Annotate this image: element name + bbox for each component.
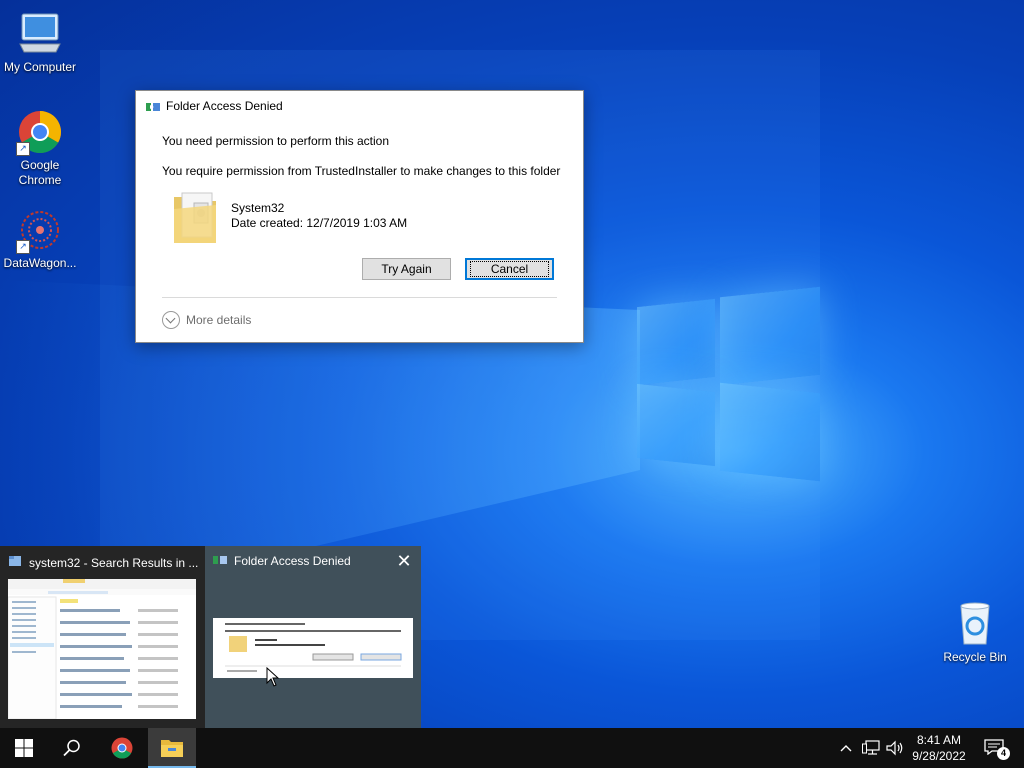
cancel-button[interactable]: Cancel [465, 258, 554, 280]
logo-pane [637, 383, 715, 467]
chrome-icon [111, 737, 133, 759]
search-button[interactable] [48, 728, 96, 768]
search-icon [63, 739, 80, 757]
desktop-icon-label: Recycle Bin [943, 650, 1007, 664]
dialog-title: Folder Access Denied [166, 99, 283, 113]
datawagon-icon: ↗ [16, 206, 64, 254]
file-explorer-icon [8, 554, 22, 571]
logo-pane [637, 298, 715, 386]
computer-icon [16, 10, 64, 58]
folder-access-denied-dialog: Folder Access Denied You need permission… [135, 90, 584, 343]
dialog-preview-graphic [225, 623, 402, 672]
recycle-bin-icon [951, 600, 999, 648]
start-button[interactable] [0, 728, 48, 768]
move-folder-icon [213, 554, 227, 568]
clock-date: 9/28/2022 [912, 749, 966, 763]
chevron-up-icon [840, 745, 852, 752]
thumbnail-explorer-title: system32 - Search Results in ... [29, 555, 198, 570]
taskbar-thumbnail-popup: system32 - Search Results in ... Folder … [0, 546, 421, 728]
dialog-divider [162, 297, 557, 298]
desktop-icon-label: DataWagon... [3, 256, 77, 270]
desktop-icon-label: My Computer [3, 60, 77, 74]
desktop-icon-label: Google Chrome [18, 158, 62, 187]
thumbnail-explorer-window[interactable]: system32 - Search Results in ... [0, 546, 205, 728]
shortcut-arrow-icon: ↗ [16, 142, 30, 156]
file-explorer-icon [161, 740, 183, 757]
try-again-button[interactable]: Try Again [362, 258, 451, 280]
network-button[interactable] [860, 728, 882, 768]
desktop-icon-datawagon[interactable]: ↗ DataWagon... [0, 206, 80, 271]
network-icon [862, 740, 880, 755]
dialog-preview [213, 618, 413, 678]
shortcut-arrow-icon: ↗ [16, 240, 30, 254]
chrome-icon: ↗ [16, 108, 64, 156]
taskbar-chrome-button[interactable] [98, 728, 146, 768]
notification-count-badge: 4 [997, 747, 1010, 760]
folder-date-created: Date created: 12/7/2019 1:03 AM [231, 216, 408, 230]
dialog-message: You need permission to perform this acti… [162, 134, 390, 148]
mouse-cursor-icon [266, 667, 280, 687]
dialog-detail: You require permission from TrustedInsta… [162, 164, 561, 178]
show-hidden-icons-button[interactable] [836, 728, 856, 768]
thumbnail-dialog-title: Folder Access Denied [234, 554, 351, 568]
thumbnail-close-button[interactable]: ✕ [395, 552, 413, 570]
explorer-preview [8, 579, 196, 719]
taskbar-clock[interactable]: 8:41 AM 9/28/2022 [906, 732, 972, 764]
thumbnail-title-row: Folder Access Denied [213, 554, 383, 568]
folder-name: System32 [231, 201, 285, 215]
desktop-icon-my-computer[interactable]: My Computer [0, 10, 80, 75]
thumbnail-dialog-window[interactable]: Folder Access Denied ✕ [205, 546, 421, 728]
logo-pane [720, 382, 820, 482]
desktop-icon-google-chrome[interactable]: ↗ Google Chrome [0, 108, 80, 188]
action-center-button[interactable]: 4 [978, 728, 1012, 768]
more-details-label: More details [186, 313, 252, 327]
desktop-icon-recycle-bin[interactable]: Recycle Bin [935, 600, 1015, 665]
taskbar-file-explorer-button[interactable] [148, 728, 196, 768]
dialog-title-bar[interactable]: Folder Access Denied [146, 99, 283, 113]
notification-icon: 4 [984, 739, 1010, 760]
chevron-down-icon [162, 311, 180, 329]
logo-pane [720, 286, 820, 386]
volume-button[interactable] [884, 728, 906, 768]
clock-time: 8:41 AM [916, 733, 962, 747]
thumbnail-title-row: system32 - Search Results in ... [8, 554, 198, 571]
taskbar: 8:41 AM 9/28/2022 4 [0, 728, 1024, 768]
explorer-preview-graphic [8, 579, 196, 719]
more-details-toggle[interactable]: More details [162, 311, 251, 329]
folder-icon [172, 189, 218, 245]
windows-logo-icon [15, 739, 33, 757]
cancel-button-label: Cancel [469, 261, 550, 277]
move-folder-icon [146, 101, 160, 111]
speaker-icon [886, 740, 903, 756]
